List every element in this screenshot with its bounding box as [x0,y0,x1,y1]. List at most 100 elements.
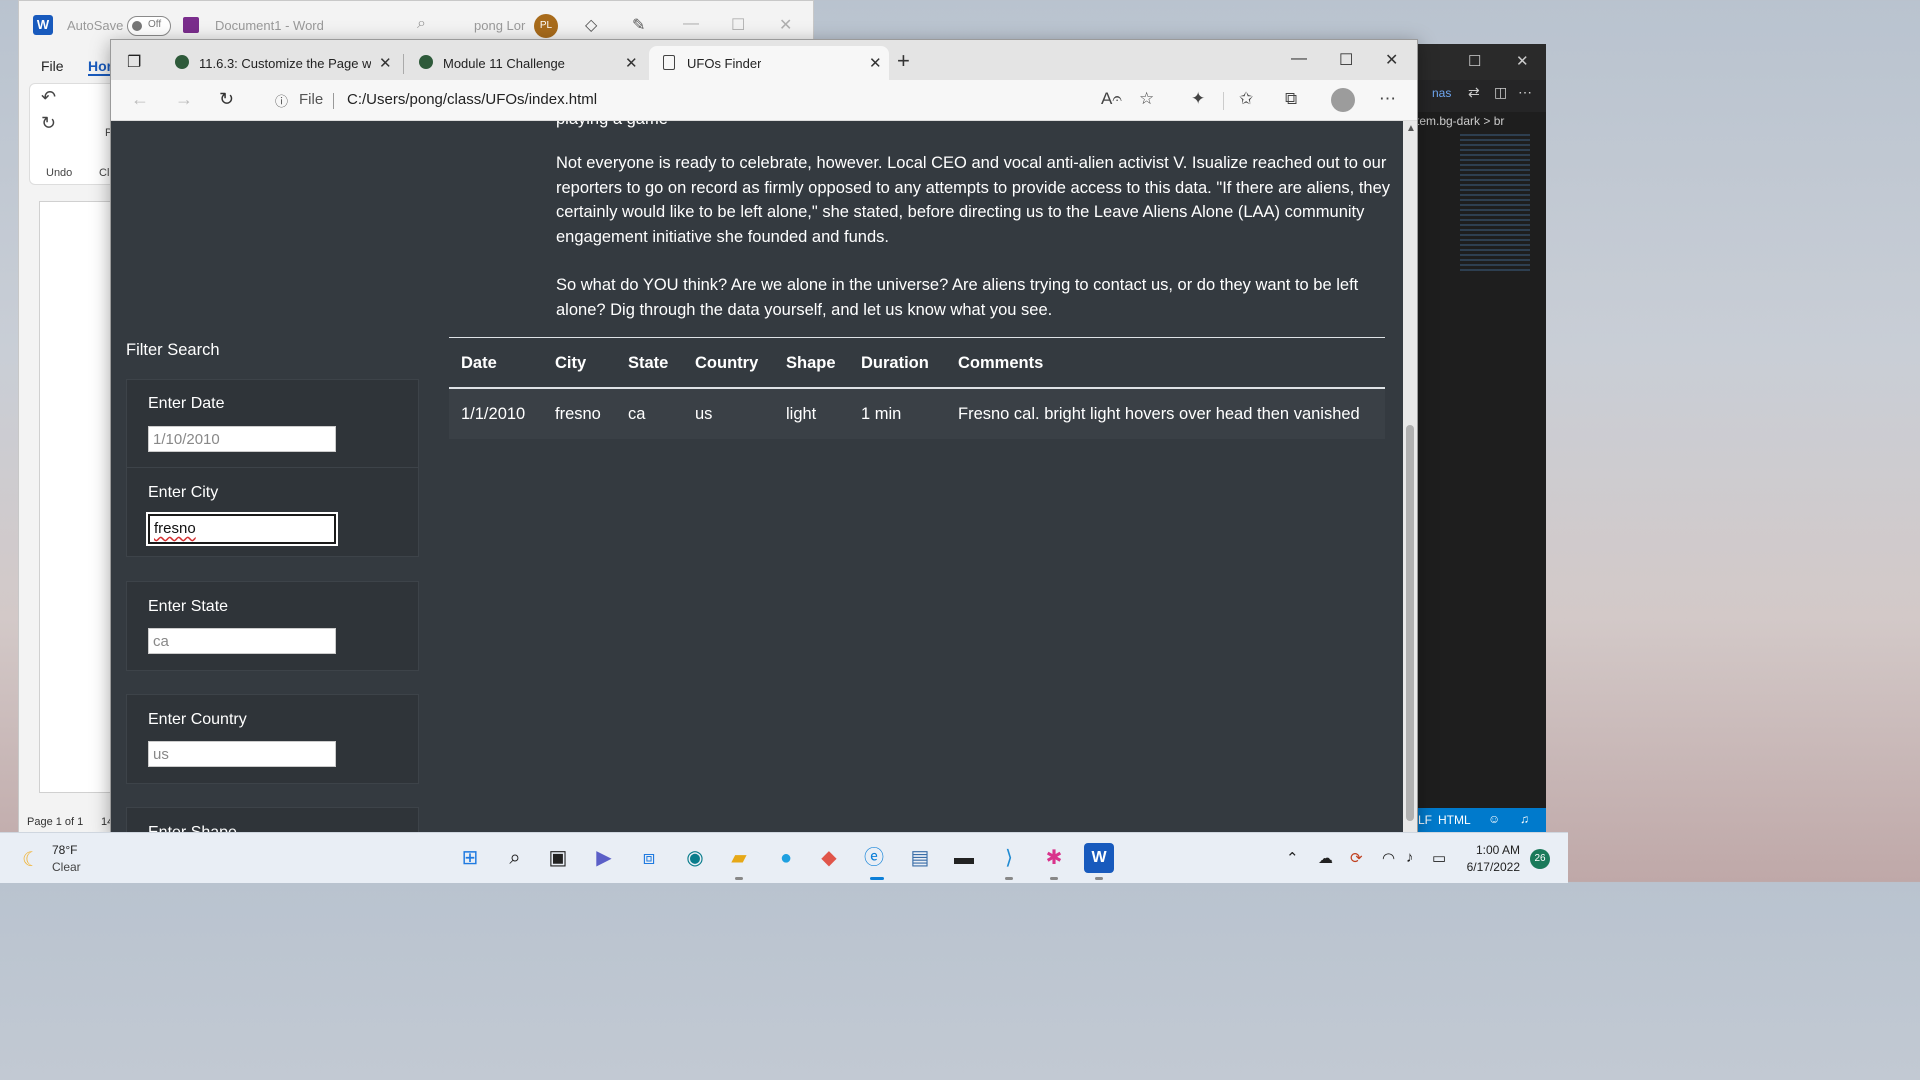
more-icon[interactable]: ⋯ [1518,84,1532,101]
city-input[interactable]: fresno [146,512,338,546]
editor-tab[interactable]: nas [1432,86,1451,100]
forward-icon[interactable]: → [175,89,193,110]
autosave-toggle[interactable]: Off [127,16,171,36]
scroll-up-icon[interactable]: ▲ [1406,123,1416,134]
tab-favicon-icon [175,55,189,69]
redo-icon[interactable]: ↻ [41,113,56,134]
chevron-up-icon[interactable]: ⌃ [1286,849,1299,867]
more-icon[interactable]: ⋯ [1379,89,1396,109]
close-icon[interactable]: ✕ [779,15,792,35]
favorites-icon[interactable]: ✩ [1239,89,1253,109]
profile-avatar[interactable] [1331,88,1355,112]
edge-icon[interactable]: ⓔ [859,843,889,873]
tab-label: UFOs Finder [687,56,762,71]
battery-icon[interactable]: ▭ [1432,849,1446,867]
sync-icon[interactable]: ⟳ [1350,849,1363,867]
weather-temperature[interactable]: 78°F [52,843,77,857]
undo-icon[interactable]: ↶ [41,87,56,108]
toolbar-divider [1223,92,1224,110]
info-icon[interactable]: ⓘ [275,91,288,110]
read-aloud-icon[interactable]: A𝄐 [1101,89,1122,109]
country-input[interactable] [148,741,336,767]
vertical-scrollbar[interactable]: ▲ [1403,121,1417,833]
back-icon[interactable]: ← [131,89,149,110]
close-tab-icon[interactable]: ✕ [379,54,392,72]
running-indicator [735,877,743,880]
slack-icon[interactable]: ✱ [1039,843,1069,873]
tab-module-challenge[interactable]: Module 11 Challenge ✕ [405,46,645,80]
tab-customize-page[interactable]: 11.6.3: Customize the Page with ✕ [161,46,397,80]
word-icon[interactable]: W [1084,843,1114,873]
volume-icon[interactable]: ♪ [1406,849,1414,866]
cloud-icon[interactable]: ☁ [1318,849,1333,867]
python-icon[interactable]: ▤ [905,843,935,873]
minimize-icon[interactable]: — [1291,50,1307,68]
close-tab-icon[interactable]: ✕ [625,54,638,72]
maximize-icon[interactable]: ☐ [731,15,745,35]
close-icon[interactable]: ✕ [1516,52,1529,70]
document-page[interactable] [39,201,111,793]
close-tab-icon[interactable]: ✕ [869,54,882,72]
colorful-app-icon[interactable]: ◆ [814,843,844,873]
table-header: Shape [786,354,836,372]
browser-app-icon[interactable]: ● [771,843,801,873]
reload-icon[interactable]: ↻ [219,89,234,110]
minimize-icon[interactable]: — [683,15,699,33]
date-input[interactable] [148,426,336,452]
diamond-icon[interactable]: ◇ [585,15,597,35]
store-icon[interactable]: ⧈ [634,843,664,873]
tab-divider [403,54,404,74]
line-ending-status[interactable]: LF [1418,813,1432,827]
menu-home[interactable]: Hor [88,58,113,76]
start-icon[interactable]: ⊞ [455,843,485,873]
address-scheme: File [299,91,324,108]
maximize-icon[interactable]: ☐ [1339,50,1353,70]
close-icon[interactable]: ✕ [1385,50,1398,70]
scroll-thumb[interactable] [1406,425,1414,821]
state-input[interactable] [148,628,336,654]
terminal-icon[interactable]: ▬ [949,843,979,873]
table-header: State [628,354,669,372]
new-tab-button[interactable]: + [897,48,910,74]
breadcrumb[interactable]: tem.bg-dark > br [1416,114,1546,134]
ufo-table: Date City State Country Shape Duration C… [449,337,1385,441]
collections-icon[interactable]: ⧉ [1285,89,1297,109]
table-header: Comments [958,354,1044,372]
feedback-icon[interactable]: ☺ [1488,812,1500,826]
vscode-window: ☐ ✕ nas ⇄ ◫ ⋯ tem.bg-dark > br LF HTML ☺… [1416,44,1546,832]
task-view-icon[interactable]: ▣ [543,843,573,873]
tab-strip: ❐ 11.6.3: Customize the Page with ✕ Modu… [111,40,1417,80]
notification-badge[interactable]: 26 [1530,849,1550,869]
save-icon[interactable] [183,17,199,33]
tab-ufos-finder[interactable]: UFOs Finder ✕ [649,46,889,80]
compare-icon[interactable]: ⇄ [1468,84,1480,101]
address-bar[interactable]: ⓘ File C:/Users/pong/class/UFOs/index.ht… [259,85,1159,115]
menu-file[interactable]: File [41,58,64,74]
pen-icon[interactable]: ✎ [632,15,645,35]
search-icon[interactable]: ⌕ [417,15,426,33]
extensions-icon[interactable]: ✦ [1191,89,1205,109]
moon-icon[interactable]: ☾ [22,847,40,872]
tab-actions-icon[interactable]: ❐ [117,46,151,80]
filter-state-label: Enter State [148,598,229,615]
minimap[interactable] [1460,134,1530,274]
app-icon[interactable]: ◉ [680,843,710,873]
vscode-icon[interactable]: ⟩ [994,843,1024,873]
clock[interactable]: 1:00 AM 6/17/2022 [1458,842,1520,876]
tab-actions-icon-glyph: ❐ [127,54,142,71]
file-explorer-icon[interactable]: ▰ [724,843,754,873]
tab-favicon-icon [419,55,433,69]
address-url[interactable]: C:/Users/pong/class/UFOs/index.html [347,91,597,108]
weather-description[interactable]: Clear [52,860,81,874]
table-header: Date [461,354,497,372]
wifi-icon[interactable]: ◠ [1382,849,1395,867]
add-favorite-icon[interactable]: ☆ [1139,89,1154,109]
undo-label: Undo [46,167,73,179]
maximize-icon[interactable]: ☐ [1468,52,1481,70]
avatar[interactable]: PL [534,14,558,38]
split-editor-icon[interactable]: ◫ [1494,84,1507,101]
language-status[interactable]: HTML [1438,813,1471,827]
bell-icon[interactable]: ♫ [1520,812,1529,826]
search-icon[interactable]: ⌕ [500,843,530,873]
teams-chat-icon[interactable]: ▶ [589,843,619,873]
